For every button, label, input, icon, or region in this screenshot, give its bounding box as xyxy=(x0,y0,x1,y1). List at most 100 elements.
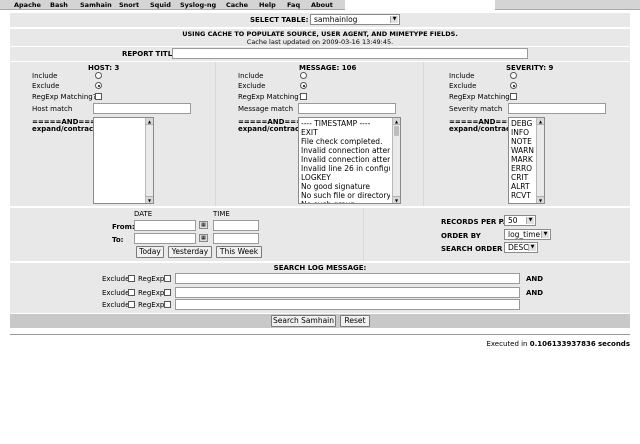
severity-listbox[interactable]: DEBG INFO NOTE WARN MARK ERRO CRIT ALRT RCVT ▲ ▼ xyxy=(508,117,545,204)
scroll-up-icon[interactable]: ▲ xyxy=(537,118,544,125)
menu-bash[interactable]: Bash xyxy=(50,1,68,9)
scroll-thumb[interactable] xyxy=(394,126,399,136)
menu-squid[interactable]: Squid xyxy=(150,1,171,9)
severity-list-scrollbar[interactable]: ▲ ▼ xyxy=(536,118,544,203)
cache-notice: USING CACHE TO POPULATE SOURCE, USER AGE… xyxy=(10,29,630,46)
select-table-row: SELECT TABLE: samhainlog ▼ xyxy=(10,13,630,27)
scroll-up-icon[interactable]: ▲ xyxy=(146,118,153,125)
cache-notice-line2: Cache last updated on 2009-03-16 13:49:4… xyxy=(246,38,394,46)
list-item[interactable]: EXIT xyxy=(301,128,390,137)
list-item[interactable]: No good signature xyxy=(301,182,390,191)
list-item[interactable]: ERRO xyxy=(511,164,534,173)
search-message-input[interactable] xyxy=(175,273,520,284)
message-expand-toggle[interactable]: expand/contract xyxy=(238,125,303,133)
severity-filter: SEVERITY: 9 Include Exclude RegExp Match… xyxy=(424,62,630,206)
menu-samhain[interactable]: Samhain xyxy=(80,1,112,9)
search-samhain-button[interactable]: Search Samhain xyxy=(271,315,336,327)
scroll-down-icon[interactable]: ▼ xyxy=(393,196,400,203)
yesterday-button[interactable]: Yesterday xyxy=(168,246,212,258)
scroll-down-icon[interactable]: ▼ xyxy=(146,196,153,203)
severity-regexp-checkbox[interactable] xyxy=(510,93,517,100)
message-match-input[interactable] xyxy=(298,103,396,114)
host-match-input[interactable] xyxy=(93,103,191,114)
search-exclude-label: Exclude xyxy=(102,301,130,309)
from-time-input[interactable] xyxy=(213,220,259,231)
calendar-icon[interactable]: ▦ xyxy=(199,234,208,242)
scroll-up-icon[interactable]: ▲ xyxy=(393,118,400,125)
search-exclude-checkbox[interactable] xyxy=(128,289,135,296)
order-by-label: ORDER BY xyxy=(441,232,481,240)
menu-snort[interactable]: Snort xyxy=(119,1,139,9)
list-item[interactable]: DEBG xyxy=(511,119,534,128)
list-item[interactable]: RCVT xyxy=(511,191,534,200)
host-list-scrollbar[interactable]: ▲ ▼ xyxy=(145,118,153,203)
list-item[interactable]: ALRT xyxy=(511,182,534,191)
severity-list-items: DEBG INFO NOTE WARN MARK ERRO CRIT ALRT RCVT xyxy=(511,119,534,200)
to-label: To: xyxy=(112,236,124,244)
list-item[interactable]: Invalid connection attempt xyxy=(301,155,390,164)
message-listbox[interactable]: ---- TIMESTAMP ---- EXIT File check comple… xyxy=(298,117,401,204)
host-expand-toggle[interactable]: expand/contract xyxy=(32,125,97,133)
host-exclude-radio[interactable] xyxy=(95,82,102,89)
message-list-scrollbar[interactable]: ▲ ▼ xyxy=(392,118,400,203)
cache-notice-line1: USING CACHE TO POPULATE SOURCE, USER AGE… xyxy=(182,30,458,38)
menu-help[interactable]: Help xyxy=(259,1,276,9)
search-message-input[interactable] xyxy=(175,299,520,310)
host-regexp-checkbox[interactable] xyxy=(95,93,102,100)
list-item[interactable]: INFO xyxy=(511,128,534,137)
date-label: DATE xyxy=(134,210,153,218)
menu-faq[interactable]: Faq xyxy=(287,1,300,9)
list-item[interactable]: No such group xyxy=(301,200,390,203)
calendar-icon[interactable]: ▦ xyxy=(199,221,208,229)
list-item[interactable]: Invalid connection attempt xyxy=(301,146,390,155)
list-item[interactable]: NOTE xyxy=(511,137,534,146)
report-title-input[interactable] xyxy=(172,48,528,59)
severity-expand-toggle[interactable]: expand/contract xyxy=(449,125,514,133)
host-include-radio[interactable] xyxy=(95,72,102,79)
filters-panel: HOST: 3 Include Exclude RegExp Matching?… xyxy=(10,62,630,206)
list-item[interactable]: LOGKEY xyxy=(301,173,390,182)
severity-match-input[interactable] xyxy=(508,103,606,114)
menu-cache[interactable]: Cache xyxy=(226,1,248,9)
severity-include-radio[interactable] xyxy=(510,72,517,79)
today-button[interactable]: Today xyxy=(136,246,164,258)
chevron-down-icon: ▼ xyxy=(526,217,534,224)
list-item[interactable]: ---- TIMESTAMP ---- xyxy=(301,119,390,128)
order-by-select[interactable]: log_time ▼ xyxy=(504,229,551,240)
message-exclude-radio[interactable] xyxy=(300,82,307,89)
menu-apache[interactable]: Apache xyxy=(14,1,41,9)
select-table-dropdown[interactable]: samhainlog ▼ xyxy=(310,14,400,25)
message-regexp-checkbox[interactable] xyxy=(300,93,307,100)
this-week-button[interactable]: This Week xyxy=(216,246,262,258)
host-filter: HOST: 3 Include Exclude RegExp Matching?… xyxy=(10,62,215,206)
search-order-select[interactable]: DESC ▼ xyxy=(504,242,538,253)
host-include-label: Include xyxy=(32,72,58,80)
report-title-row: REPORT TITLE: xyxy=(10,47,630,61)
search-and-label: AND xyxy=(526,289,544,297)
search-and-label: AND xyxy=(526,275,544,283)
list-item[interactable]: MARK xyxy=(511,155,534,164)
search-message-input[interactable] xyxy=(175,287,520,298)
menu-about[interactable]: About xyxy=(311,1,333,9)
search-regexp-checkbox[interactable] xyxy=(164,275,171,282)
to-date-input[interactable] xyxy=(134,233,196,244)
host-listbox[interactable]: ▲ ▼ xyxy=(93,117,154,204)
chevron-down-icon: ▼ xyxy=(541,231,549,238)
list-item[interactable]: File check completed. xyxy=(301,137,390,146)
from-date-input[interactable] xyxy=(134,220,196,231)
list-item[interactable]: Invalid line 26 in configurati xyxy=(301,164,390,173)
message-include-radio[interactable] xyxy=(300,72,307,79)
search-regexp-checkbox[interactable] xyxy=(164,301,171,308)
to-time-input[interactable] xyxy=(213,233,259,244)
records-per-page-select[interactable]: 50 ▼ xyxy=(504,215,536,226)
search-exclude-checkbox[interactable] xyxy=(128,301,135,308)
list-item[interactable]: WARN xyxy=(511,146,534,155)
reset-button[interactable]: Reset xyxy=(340,315,370,327)
menu-syslog-ng[interactable]: Syslog-ng xyxy=(180,1,216,9)
list-item[interactable]: CRIT xyxy=(511,173,534,182)
search-exclude-checkbox[interactable] xyxy=(128,275,135,282)
search-regexp-checkbox[interactable] xyxy=(164,289,171,296)
scroll-down-icon[interactable]: ▼ xyxy=(537,196,544,203)
severity-exclude-radio[interactable] xyxy=(510,82,517,89)
list-item[interactable]: No such file or directory xyxy=(301,191,390,200)
